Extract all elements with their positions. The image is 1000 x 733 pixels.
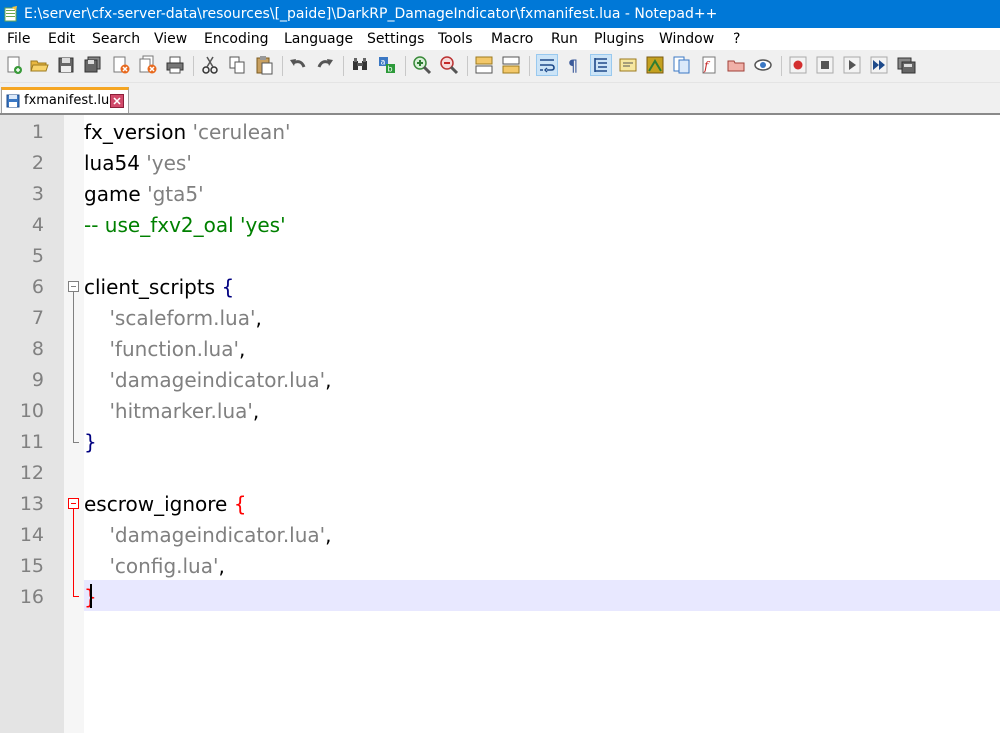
fold-toggle[interactable] <box>68 281 79 292</box>
menu-bar: File Edit Search View Encoding Language … <box>0 28 1000 50</box>
line-number: 11 <box>19 431 44 453</box>
menu-help[interactable]: ? <box>733 31 740 47</box>
save-macro-icon[interactable] <box>896 55 916 75</box>
menu-edit[interactable]: Edit <box>48 31 75 47</box>
menu-settings[interactable]: Settings <box>367 31 424 47</box>
line-number: 5 <box>31 245 44 267</box>
svg-text:b: b <box>388 65 393 74</box>
menu-plugins[interactable]: Plugins <box>594 31 644 47</box>
cut-icon[interactable] <box>200 55 220 75</box>
line-number: 8 <box>31 338 44 360</box>
copy-icon[interactable] <box>227 55 247 75</box>
svg-text:¶: ¶ <box>568 56 578 75</box>
close-all-icon[interactable] <box>138 55 158 75</box>
tab-bar: fxmanifest.lua <box>0 83 1000 115</box>
code-line[interactable]: fx_version 'cerulean' <box>84 117 291 148</box>
notepad-plus-plus-icon <box>4 6 17 22</box>
line-number: 7 <box>31 307 44 329</box>
current-line-highlight <box>84 580 1000 611</box>
toolbar: ab ¶ f <box>0 50 1000 83</box>
code-line[interactable]: 'damageindicator.lua', <box>84 365 331 396</box>
editor[interactable]: 1 2 3 4 5 6 7 8 9 10 11 12 13 14 15 16 f… <box>0 115 1000 733</box>
code-line[interactable]: 'config.lua', <box>84 551 224 582</box>
saved-file-icon <box>6 94 20 108</box>
text-caret <box>90 584 92 608</box>
menu-tools[interactable]: Tools <box>438 31 473 47</box>
menu-view[interactable]: View <box>154 31 187 47</box>
line-number: 16 <box>19 586 44 608</box>
code-line[interactable]: 'function.lua', <box>84 334 245 365</box>
menu-run[interactable]: Run <box>551 31 578 47</box>
fold-guide-active <box>73 509 74 596</box>
word-wrap-icon[interactable] <box>536 54 558 76</box>
run-macro-multiple-icon[interactable] <box>869 55 889 75</box>
line-number: 1 <box>31 121 44 143</box>
fold-guide-active <box>73 596 79 597</box>
code-line[interactable]: client_scripts { <box>84 272 234 303</box>
tab-label: fxmanifest.lua <box>24 93 118 108</box>
menu-search[interactable]: Search <box>92 31 140 47</box>
playback-macro-icon[interactable] <box>842 55 862 75</box>
menu-encoding[interactable]: Encoding <box>204 31 269 47</box>
menu-macro[interactable]: Macro <box>491 31 533 47</box>
find-icon[interactable] <box>350 55 370 75</box>
window-title: E:\server\cfx-server-data\resources\[_pa… <box>24 6 718 22</box>
code-line[interactable]: 'damageindicator.lua', <box>84 520 331 551</box>
function-list-icon[interactable] <box>672 55 692 75</box>
line-number: 10 <box>19 400 44 422</box>
close-icon[interactable] <box>111 55 131 75</box>
menu-window[interactable]: Window <box>659 31 714 47</box>
close-tab-icon[interactable] <box>110 94 124 108</box>
undo-icon[interactable] <box>288 55 308 75</box>
line-number: 12 <box>19 462 44 484</box>
code-line[interactable]: } <box>84 427 97 458</box>
line-number: 9 <box>31 369 44 391</box>
indent-guide-icon[interactable] <box>590 54 612 76</box>
show-all-characters-icon[interactable]: ¶ <box>564 55 584 75</box>
code-line[interactable]: 'hitmarker.lua', <box>84 396 259 427</box>
line-number: 13 <box>19 493 44 515</box>
code-line[interactable]: 'scaleform.lua', <box>84 303 261 334</box>
paste-icon[interactable] <box>254 55 274 75</box>
monitoring-icon[interactable] <box>726 55 746 75</box>
fold-guide <box>73 292 74 442</box>
code-line[interactable]: game 'gta5' <box>84 179 204 210</box>
replace-icon[interactable]: ab <box>377 55 397 75</box>
line-number: 6 <box>31 276 44 298</box>
tab-fxmanifest[interactable]: fxmanifest.lua <box>1 87 129 113</box>
save-all-icon[interactable] <box>83 55 103 75</box>
user-language-icon[interactable] <box>618 55 638 75</box>
zoom-out-icon[interactable] <box>439 55 459 75</box>
fold-guide <box>73 442 79 443</box>
line-number: 4 <box>31 214 44 236</box>
menu-language[interactable]: Language <box>284 31 353 47</box>
folder-workspace-icon[interactable]: f <box>699 55 719 75</box>
save-icon[interactable] <box>56 55 76 75</box>
zoom-in-icon[interactable] <box>412 55 432 75</box>
sync-horizontal-icon[interactable] <box>501 55 521 75</box>
code-line[interactable]: escrow_ignore { <box>84 489 246 520</box>
line-number: 2 <box>31 152 44 174</box>
new-file-icon[interactable] <box>4 55 24 75</box>
redo-icon[interactable] <box>315 55 335 75</box>
record-macro-icon[interactable] <box>788 55 808 75</box>
svg-text:a: a <box>381 58 386 67</box>
open-file-icon[interactable] <box>29 55 49 75</box>
code-line[interactable]: -- use_fxv2_oal 'yes' <box>84 210 286 241</box>
code-line[interactable]: lua54 'yes' <box>84 148 192 179</box>
menu-file[interactable]: File <box>7 31 30 47</box>
line-number-gutter: 1 2 3 4 5 6 7 8 9 10 11 12 13 14 15 16 <box>0 115 64 733</box>
title-bar: E:\server\cfx-server-data\resources\[_pa… <box>0 0 1000 28</box>
view-in-browser-icon[interactable] <box>753 55 773 75</box>
line-number: 3 <box>31 183 44 205</box>
fold-margin <box>64 115 84 733</box>
sync-vertical-icon[interactable] <box>474 55 494 75</box>
print-icon[interactable] <box>165 55 185 75</box>
stop-recording-icon[interactable] <box>815 55 835 75</box>
line-number: 15 <box>19 555 44 577</box>
fold-toggle-active[interactable] <box>68 498 79 509</box>
line-number: 14 <box>19 524 44 546</box>
document-map-icon[interactable] <box>645 55 665 75</box>
